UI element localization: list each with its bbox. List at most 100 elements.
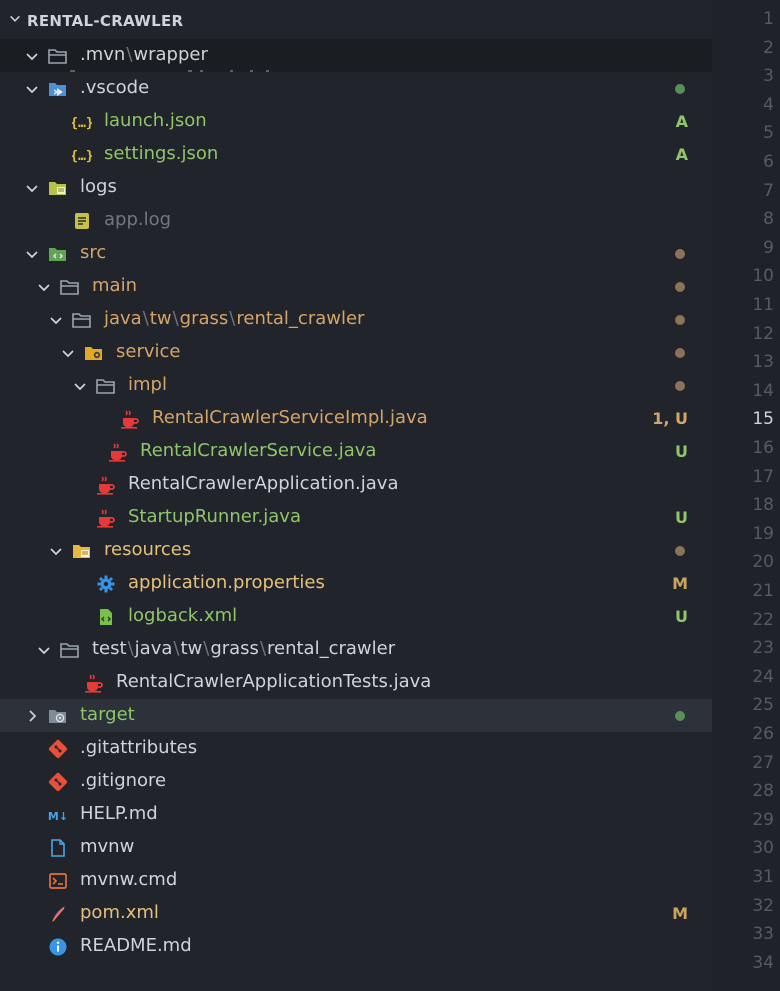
line-number: 12 — [752, 323, 774, 344]
tree-item-label: app.log — [104, 209, 171, 231]
tree-item-label: README.md — [80, 935, 192, 957]
explorer-header[interactable]: RENTAL-CRAWLER — [0, 0, 712, 40]
line-number: 2 — [763, 37, 774, 58]
file-row-application-properties[interactable]: application.properties M — [0, 567, 712, 600]
file-row-rentalcrawlerserviceimpl-java[interactable]: RentalCrawlerServiceImpl.java 1, U — [0, 402, 712, 435]
folder-row-logs[interactable]: logs — [0, 171, 712, 204]
line-number: 3 — [763, 66, 774, 87]
chevron-down-icon[interactable] — [72, 378, 88, 394]
path-segment: RentalCrawlerServiceImpl.java — [152, 407, 428, 428]
path-separator: \ — [172, 308, 179, 329]
folder-row-vscode[interactable]: .vscode — [0, 72, 712, 105]
path-segment: RentalCrawlerApplication.java — [128, 473, 399, 494]
file-row-app-log[interactable]: app.log — [0, 204, 712, 237]
file-row-help-md[interactable]: M↓ HELP.md — [0, 798, 712, 831]
path-segment: grass — [210, 638, 259, 659]
modified-dot-indicator — [675, 84, 685, 94]
file-row-pom-xml[interactable]: pom.xml M — [0, 897, 712, 930]
path-segment: application.properties — [128, 572, 325, 593]
path-segment: RentalCrawlerService.java — [140, 440, 377, 461]
git-status-badge: U — [675, 442, 688, 461]
chevron-down-icon[interactable] — [24, 180, 40, 196]
file-row-startuprunner-java[interactable]: StartupRunner.java U — [0, 501, 712, 534]
path-segment: wrapper — [133, 44, 208, 65]
chevron-down-icon[interactable] — [24, 48, 40, 64]
chevron-down-icon[interactable] — [48, 312, 64, 328]
git-status-badge: A — [675, 112, 688, 131]
folder-row-impl[interactable]: impl — [0, 369, 712, 402]
path-segment: impl — [128, 374, 167, 395]
path-segment: .vscode — [80, 77, 150, 98]
chevron-down-icon[interactable] — [24, 246, 40, 262]
file-row-mvnw[interactable]: mvnw — [0, 831, 712, 864]
git-status-badge: A — [675, 145, 688, 164]
tree-item-label: .mvn\wrapper — [80, 44, 208, 66]
chevron-down-icon[interactable] — [36, 279, 52, 295]
xml-icon — [100, 609, 112, 625]
tree-item-label: test\java\tw\grass\rental_crawler — [92, 638, 395, 660]
path-segment: StartupRunner.java — [128, 506, 301, 527]
line-number: 6 — [763, 152, 774, 172]
file-row-rentalcrawlerservice-java[interactable]: RentalCrawlerService.java U — [0, 435, 712, 468]
chevron-down-icon[interactable] — [24, 81, 40, 97]
tree-item-label: mvnw — [80, 836, 134, 858]
tree-item-label: .gitattributes — [80, 737, 197, 759]
path-segment: logback.xml — [128, 605, 238, 626]
tree-item-label: target — [80, 704, 135, 726]
folder-row-test-java-tw-grass-rental-crawler[interactable]: test\java\tw\grass\rental_crawler — [0, 633, 712, 666]
tree-item-label: RentalCrawlerService.java — [140, 440, 376, 462]
java-icon — [109, 443, 127, 462]
file-row-settings-json[interactable]: {…} settings.json A — [0, 138, 712, 171]
path-separator: \ — [259, 638, 267, 659]
line-number: 21 — [752, 581, 774, 601]
file-explorer: RENTAL-CRAWLER .mvn\wrapper .vscode {…}lau… — [0, 0, 712, 991]
git-status-badge: U — [675, 508, 688, 527]
path-segment: pom.xml — [80, 902, 159, 923]
gear-icon — [97, 575, 115, 593]
chevron-down-icon — [10, 15, 20, 22]
path-segment: README.md — [80, 935, 192, 956]
folder-row-service[interactable]: service — [0, 336, 712, 369]
path-segment: app.log — [104, 209, 172, 230]
file-row-gitignore[interactable]: .gitignore — [0, 765, 712, 798]
folder-service-icon — [85, 347, 102, 360]
json-icon: {…} — [72, 149, 92, 164]
file-row-mvnw-cmd[interactable]: mvnw.cmd — [0, 864, 712, 897]
line-number: 27 — [752, 752, 774, 773]
path-segment: rental_crawler — [267, 638, 396, 659]
file-row-launch-json[interactable]: {…} launch.json A — [0, 105, 712, 138]
folder-src-icon — [49, 248, 66, 261]
chevron-down-icon[interactable] — [60, 345, 76, 361]
path-separator: \ — [127, 638, 134, 659]
chevron-down-icon[interactable] — [48, 543, 64, 559]
tree-item-label: settings.json — [104, 143, 218, 165]
folder-row-target[interactable]: target — [0, 699, 712, 732]
line-number: 10 — [752, 266, 774, 287]
path-segment: main — [92, 275, 137, 296]
git-status-badge: M — [672, 574, 688, 593]
line-number: 4 — [763, 94, 774, 115]
chevron-down-icon[interactable] — [36, 642, 52, 658]
folder-row-java-tw-grass-rental-crawler[interactable]: java\tw\grass\rental_crawler — [0, 303, 712, 336]
tree-item-label: src — [80, 242, 106, 264]
folder-resources-icon — [73, 545, 90, 558]
folder-row-main[interactable]: main — [0, 270, 712, 303]
line-number: 7 — [763, 180, 774, 201]
file-row-rentalcrawlerapplicationtests-java[interactable]: RentalCrawlerApplicationTests.java — [0, 666, 712, 699]
folder-row-src[interactable]: src — [0, 237, 712, 270]
chevron-right-icon[interactable] — [24, 708, 40, 724]
path-segment: test — [92, 638, 127, 659]
file-row-gitattributes[interactable]: .gitattributes — [0, 732, 712, 765]
path-segment: mvnw.cmd — [80, 869, 178, 890]
path-segment: settings.json — [104, 143, 219, 164]
file-row-logback-xml[interactable]: logback.xml U — [0, 600, 712, 633]
git-icon — [48, 772, 68, 792]
file-row-readme-md[interactable]: README.md — [0, 930, 712, 963]
folder-row-resources[interactable]: resources — [0, 534, 712, 567]
line-number: 5 — [763, 123, 774, 144]
line-number: 28 — [752, 781, 774, 802]
file-row-rentalcrawlerapplication-java[interactable]: RentalCrawlerApplication.java — [0, 468, 712, 501]
info-icon — [49, 938, 67, 956]
folder-open-icon — [96, 379, 115, 394]
path-segment: src — [80, 242, 107, 263]
